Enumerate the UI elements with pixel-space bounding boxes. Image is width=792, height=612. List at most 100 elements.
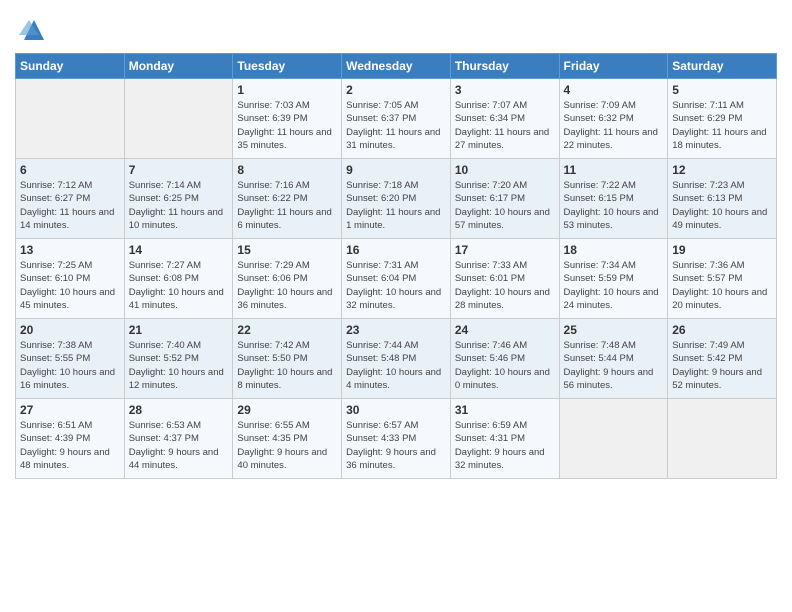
day-info: Sunrise: 7:14 AM Sunset: 6:25 PM Dayligh…	[129, 179, 229, 232]
day-number: 18	[564, 243, 664, 257]
calendar-week-row: 6Sunrise: 7:12 AM Sunset: 6:27 PM Daylig…	[16, 159, 777, 239]
day-number: 22	[237, 323, 337, 337]
calendar-table: SundayMondayTuesdayWednesdayThursdayFrid…	[15, 53, 777, 479]
page-header	[15, 10, 777, 45]
day-number: 17	[455, 243, 555, 257]
calendar-cell: 9 Sunrise: 7:18 AM Sunset: 6:20 PM Daylig…	[342, 159, 451, 239]
logo	[15, 15, 49, 45]
day-info: Sunrise: 6:55 AM Sunset: 4:35 PM Dayligh…	[237, 419, 337, 472]
day-info: Sunrise: 7:27 AM Sunset: 6:08 PM Dayligh…	[129, 259, 229, 312]
calendar-cell: 6Sunrise: 7:12 AM Sunset: 6:27 PM Daylig…	[16, 159, 125, 239]
day-info: Sunrise: 7:11 AM Sunset: 6:29 PM Dayligh…	[672, 99, 772, 152]
day-info: Sunrise: 7:16 AM Sunset: 6:22 PM Dayligh…	[237, 179, 337, 232]
day-number: 28	[129, 403, 229, 417]
calendar-cell	[668, 399, 777, 479]
calendar-cell: 21Sunrise: 7:40 AM Sunset: 5:52 PM Dayli…	[124, 319, 233, 399]
calendar-cell: 7 Sunrise: 7:14 AM Sunset: 6:25 PM Daylig…	[124, 159, 233, 239]
day-info: Sunrise: 7:36 AM Sunset: 5:57 PM Dayligh…	[672, 259, 772, 312]
day-number: 20	[20, 323, 120, 337]
calendar-cell: 26 Sunrise: 7:49 AM Sunset: 5:42 PM Dayli…	[668, 319, 777, 399]
day-number: 30	[346, 403, 446, 417]
calendar-cell: 11 Sunrise: 7:22 AM Sunset: 6:15 PM Dayli…	[559, 159, 668, 239]
day-number: 14	[129, 243, 229, 257]
calendar-cell: 24 Sunrise: 7:46 AM Sunset: 5:46 PM Dayli…	[450, 319, 559, 399]
calendar-cell: 22Sunrise: 7:42 AM Sunset: 5:50 PM Dayli…	[233, 319, 342, 399]
day-info: Sunrise: 6:51 AM Sunset: 4:39 PM Dayligh…	[20, 419, 120, 472]
day-info: Sunrise: 7:44 AM Sunset: 5:48 PM Dayligh…	[346, 339, 446, 392]
day-number: 15	[237, 243, 337, 257]
day-number: 3	[455, 83, 555, 97]
day-number: 1	[237, 83, 337, 97]
day-header-saturday: Saturday	[668, 54, 777, 79]
calendar-cell: 28 Sunrise: 6:53 AM Sunset: 4:37 PM Dayli…	[124, 399, 233, 479]
day-header-sunday: Sunday	[16, 54, 125, 79]
day-number: 10	[455, 163, 555, 177]
day-info: Sunrise: 7:05 AM Sunset: 6:37 PM Dayligh…	[346, 99, 446, 152]
day-header-friday: Friday	[559, 54, 668, 79]
calendar-week-row: 13Sunrise: 7:25 AM Sunset: 6:10 PM Dayli…	[16, 239, 777, 319]
calendar-week-row: 20 Sunrise: 7:38 AM Sunset: 5:55 PM Dayli…	[16, 319, 777, 399]
calendar-cell: 27 Sunrise: 6:51 AM Sunset: 4:39 PM Dayli…	[16, 399, 125, 479]
day-number: 12	[672, 163, 772, 177]
calendar-cell	[16, 79, 125, 159]
day-number: 26	[672, 323, 772, 337]
day-number: 8	[237, 163, 337, 177]
day-info: Sunrise: 6:57 AM Sunset: 4:33 PM Dayligh…	[346, 419, 446, 472]
day-number: 16	[346, 243, 446, 257]
day-header-thursday: Thursday	[450, 54, 559, 79]
day-info: Sunrise: 7:03 AM Sunset: 6:39 PM Dayligh…	[237, 99, 337, 152]
calendar-header-row: SundayMondayTuesdayWednesdayThursdayFrid…	[16, 54, 777, 79]
calendar-week-row: 27 Sunrise: 6:51 AM Sunset: 4:39 PM Dayli…	[16, 399, 777, 479]
day-number: 11	[564, 163, 664, 177]
day-number: 4	[564, 83, 664, 97]
calendar-cell: 5 Sunrise: 7:11 AM Sunset: 6:29 PM Daylig…	[668, 79, 777, 159]
day-header-tuesday: Tuesday	[233, 54, 342, 79]
day-number: 7	[129, 163, 229, 177]
calendar-cell: 23Sunrise: 7:44 AM Sunset: 5:48 PM Dayli…	[342, 319, 451, 399]
day-number: 13	[20, 243, 120, 257]
calendar-cell: 17 Sunrise: 7:33 AM Sunset: 6:01 PM Dayli…	[450, 239, 559, 319]
calendar-cell: 16 Sunrise: 7:31 AM Sunset: 6:04 PM Dayli…	[342, 239, 451, 319]
day-info: Sunrise: 7:34 AM Sunset: 5:59 PM Dayligh…	[564, 259, 664, 312]
day-number: 9	[346, 163, 446, 177]
calendar-cell: 18 Sunrise: 7:34 AM Sunset: 5:59 PM Dayli…	[559, 239, 668, 319]
day-info: Sunrise: 7:12 AM Sunset: 6:27 PM Dayligh…	[20, 179, 120, 232]
calendar-cell: 13Sunrise: 7:25 AM Sunset: 6:10 PM Dayli…	[16, 239, 125, 319]
day-info: Sunrise: 7:18 AM Sunset: 6:20 PM Dayligh…	[346, 179, 446, 232]
logo-icon	[19, 15, 49, 45]
day-number: 2	[346, 83, 446, 97]
calendar-cell: 31 Sunrise: 6:59 AM Sunset: 4:31 PM Dayli…	[450, 399, 559, 479]
calendar-cell: 25Sunrise: 7:48 AM Sunset: 5:44 PM Dayli…	[559, 319, 668, 399]
day-info: Sunrise: 7:46 AM Sunset: 5:46 PM Dayligh…	[455, 339, 555, 392]
calendar-cell: 1 Sunrise: 7:03 AM Sunset: 6:39 PM Daylig…	[233, 79, 342, 159]
day-header-monday: Monday	[124, 54, 233, 79]
calendar-cell: 15 Sunrise: 7:29 AM Sunset: 6:06 PM Dayli…	[233, 239, 342, 319]
calendar-cell	[124, 79, 233, 159]
calendar-cell	[559, 399, 668, 479]
calendar-cell: 29Sunrise: 6:55 AM Sunset: 4:35 PM Dayli…	[233, 399, 342, 479]
calendar-cell: 8 Sunrise: 7:16 AM Sunset: 6:22 PM Daylig…	[233, 159, 342, 239]
calendar-cell: 19 Sunrise: 7:36 AM Sunset: 5:57 PM Dayli…	[668, 239, 777, 319]
day-info: Sunrise: 7:09 AM Sunset: 6:32 PM Dayligh…	[564, 99, 664, 152]
day-info: Sunrise: 7:33 AM Sunset: 6:01 PM Dayligh…	[455, 259, 555, 312]
day-info: Sunrise: 6:59 AM Sunset: 4:31 PM Dayligh…	[455, 419, 555, 472]
day-info: Sunrise: 6:53 AM Sunset: 4:37 PM Dayligh…	[129, 419, 229, 472]
day-info: Sunrise: 7:40 AM Sunset: 5:52 PM Dayligh…	[129, 339, 229, 392]
day-info: Sunrise: 7:22 AM Sunset: 6:15 PM Dayligh…	[564, 179, 664, 232]
day-info: Sunrise: 7:49 AM Sunset: 5:42 PM Dayligh…	[672, 339, 772, 392]
calendar-week-row: 1 Sunrise: 7:03 AM Sunset: 6:39 PM Daylig…	[16, 79, 777, 159]
day-header-wednesday: Wednesday	[342, 54, 451, 79]
calendar-cell: 3 Sunrise: 7:07 AM Sunset: 6:34 PM Daylig…	[450, 79, 559, 159]
day-number: 19	[672, 243, 772, 257]
day-number: 24	[455, 323, 555, 337]
calendar-cell: 2 Sunrise: 7:05 AM Sunset: 6:37 PM Daylig…	[342, 79, 451, 159]
day-info: Sunrise: 7:31 AM Sunset: 6:04 PM Dayligh…	[346, 259, 446, 312]
day-info: Sunrise: 7:23 AM Sunset: 6:13 PM Dayligh…	[672, 179, 772, 232]
day-number: 27	[20, 403, 120, 417]
day-info: Sunrise: 7:07 AM Sunset: 6:34 PM Dayligh…	[455, 99, 555, 152]
day-info: Sunrise: 7:38 AM Sunset: 5:55 PM Dayligh…	[20, 339, 120, 392]
day-number: 5	[672, 83, 772, 97]
day-info: Sunrise: 7:29 AM Sunset: 6:06 PM Dayligh…	[237, 259, 337, 312]
calendar-cell: 20 Sunrise: 7:38 AM Sunset: 5:55 PM Dayli…	[16, 319, 125, 399]
day-number: 31	[455, 403, 555, 417]
